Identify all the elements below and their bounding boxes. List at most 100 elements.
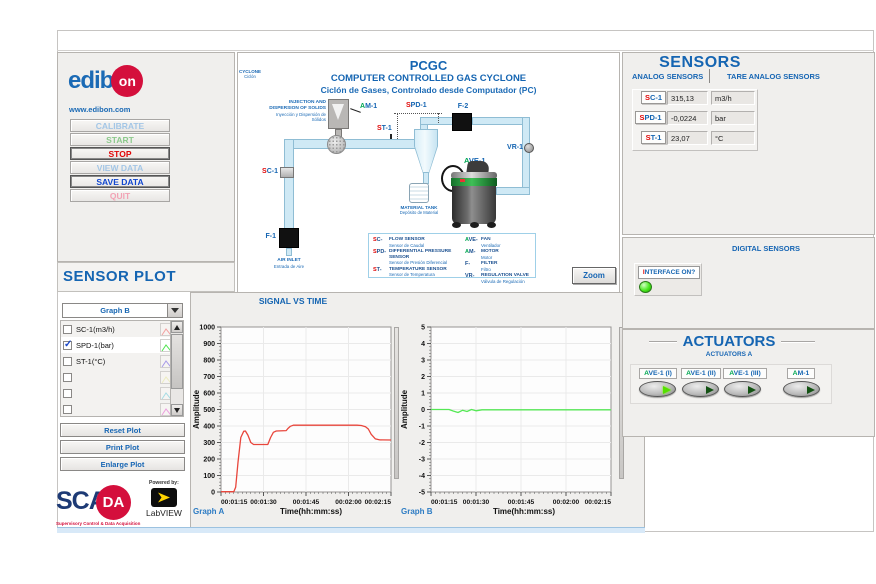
am1-toggle[interactable] <box>783 381 820 397</box>
legend-code: SPD- <box>373 249 389 265</box>
edibon-logo: edib on <box>68 65 143 97</box>
actuators-panel: ACTUATORS ACTUATORS A AVE-1 (I) AVE-1 (I… <box>622 329 875 437</box>
legend-es: Válvula de Regulación <box>481 279 529 284</box>
signal-vs-time-panel: SIGNAL VS TIME 0100200300400500600700800… <box>190 292 645 528</box>
tab-analog-sensors[interactable]: ANALOG SENSORS <box>632 72 703 81</box>
spd1-value: -0,0224 <box>667 111 708 125</box>
digital-sensors-panel: DIGITAL SENSORS INTERFACE ON? <box>622 237 875 329</box>
sidebar-panel: edib on www.edibon.com CALIBRATE START S… <box>57 52 235 262</box>
legend-es: Sensor de Caudal <box>389 243 425 248</box>
svg-text:1000: 1000 <box>199 325 215 332</box>
channel-row[interactable] <box>61 385 183 401</box>
pipe-to-fan <box>496 187 530 195</box>
channel-checkbox[interactable] <box>63 373 72 382</box>
channel-checkbox[interactable] <box>63 405 72 414</box>
scada-window: edib on www.edibon.com CALIBRATE START S… <box>0 0 876 584</box>
website-link[interactable]: www.edibon.com <box>69 105 130 114</box>
save-data-button[interactable]: SAVE DATA <box>70 175 170 188</box>
channel-row[interactable] <box>61 369 183 385</box>
graph-select-dropdown[interactable]: Graph B <box>62 303 183 318</box>
svg-text:700: 700 <box>203 374 215 381</box>
ave1-ii-toggle[interactable] <box>682 381 719 397</box>
blower-disk-icon <box>327 135 346 154</box>
diagram-subtitle: COMPUTER CONTROLLED GAS CYCLONE <box>238 73 619 84</box>
st1-tag: ST-1 <box>377 125 392 132</box>
quit-button[interactable]: QUIT <box>70 189 170 202</box>
labview-logo-icon <box>151 488 177 507</box>
channel-checkbox[interactable] <box>63 341 72 350</box>
svg-text:Amplitude: Amplitude <box>192 389 201 429</box>
svg-text:100: 100 <box>203 473 215 480</box>
fan-switch-icon <box>460 179 465 182</box>
channel-checkbox[interactable] <box>63 325 72 334</box>
f1-tag: F-1 <box>254 233 276 240</box>
graph-select-value: Graph B <box>63 306 167 315</box>
svg-text:00:01:15: 00:01:15 <box>221 499 248 505</box>
channel-row[interactable]: SC-1(m3/h) <box>61 321 183 337</box>
cyclone-label: CYCLONECiclón <box>238 69 262 80</box>
channel-row[interactable] <box>61 401 183 417</box>
am1-label: AM-1 <box>787 368 815 379</box>
print-plot-button[interactable]: Print Plot <box>60 440 185 454</box>
legend-en: FLOW SENSOR <box>389 237 425 243</box>
ave1-iii-toggle[interactable] <box>724 381 761 397</box>
channel-checkbox[interactable] <box>63 357 72 366</box>
legend-code: AVE- <box>465 237 481 248</box>
legend-entry: SC- FLOW SENSORSensor de Caudal <box>373 237 461 248</box>
st1-tick-mark <box>390 134 392 139</box>
scroll-down-button[interactable] <box>171 404 183 416</box>
view-data-button[interactable]: VIEW DATA <box>70 161 170 174</box>
tab-divider <box>709 69 710 83</box>
reset-plot-button[interactable]: Reset Plot <box>60 423 185 437</box>
svg-text:-2: -2 <box>419 440 425 447</box>
legend-code: F- <box>465 261 481 272</box>
actuators-box: AVE-1 (I) AVE-1 (II) AVE-1 (III) AM-1 <box>630 364 832 404</box>
channel-row[interactable]: SPD-1(bar) <box>61 337 183 353</box>
legend-entry: VR- REGULATION VALVEVálvula de Regulació… <box>465 273 535 284</box>
graph-select-arrow-button[interactable] <box>167 304 182 317</box>
pipe-vertical-right <box>522 117 530 195</box>
cyclone-label-en: CYCLONE <box>239 69 261 74</box>
legend-code: VR- <box>465 273 481 284</box>
svg-text:-5: -5 <box>419 490 425 497</box>
ave1-ii-label: AVE-1 (II) <box>681 368 721 379</box>
pipe-air-inlet-stub <box>286 248 292 256</box>
spd1-tag-rest: PD-1 <box>411 102 427 109</box>
filter-f2 <box>452 113 472 131</box>
sensors-panel: SENSORS ANALOG SENSORS TARE ANALOG SENSO… <box>622 52 875 235</box>
start-button[interactable]: START <box>70 133 170 146</box>
fan-foot <box>452 222 461 228</box>
calibrate-button[interactable]: CALIBRATE <box>70 119 170 132</box>
legend-entry: AVE- FANVentilador <box>465 237 535 248</box>
channel-row[interactable]: ST-1(°C) <box>61 353 183 369</box>
st1-sensor-button[interactable]: ST-1 <box>641 131 666 144</box>
channel-checkbox[interactable] <box>63 389 72 398</box>
scroll-up-button[interactable] <box>171 321 183 333</box>
legend-code: ST- <box>373 267 389 278</box>
injection-label-es: Inyección y Dispersión de Sólidos <box>266 112 326 122</box>
sc1-sensor-button[interactable]: SC-1 <box>641 91 666 104</box>
svg-text:Amplitude: Amplitude <box>400 389 409 429</box>
spd1-sensor-button[interactable]: SPD-1 <box>635 111 666 124</box>
svg-text:400: 400 <box>203 424 215 431</box>
graph-b-plot[interactable]: -5-4-3-2-101234500:01:1500:01:3000:01:45… <box>399 319 617 505</box>
fan-body <box>452 186 496 224</box>
sc1-tag: SC-1 <box>254 168 278 175</box>
ave1-i-label: AVE-1 (I) <box>639 368 677 379</box>
scrollbar-thumb[interactable] <box>171 334 183 389</box>
legend-en: REGULATION VALVE <box>481 273 529 279</box>
svg-text:800: 800 <box>203 358 215 365</box>
sensors-title: SENSORS <box>623 54 777 72</box>
tab-tare-analog-sensors[interactable]: TARE ANALOG SENSORS <box>727 72 820 81</box>
graph-a-plot[interactable]: 0100200300400500600700800900100000:01:15… <box>191 319 397 505</box>
enlarge-plot-button[interactable]: Enlarge Plot <box>60 457 185 471</box>
channel-label: ST-1(°C) <box>76 357 160 366</box>
channel-scrollbar[interactable] <box>170 320 184 417</box>
legend-es: Motor <box>481 255 499 260</box>
fan-foot <box>487 222 496 228</box>
ave1-i-toggle[interactable] <box>639 381 676 397</box>
window-divider <box>57 50 874 51</box>
stop-button[interactable]: STOP <box>70 147 170 160</box>
regulation-valve-icon <box>524 143 534 153</box>
zoom-button[interactable]: Zoom <box>572 267 616 284</box>
